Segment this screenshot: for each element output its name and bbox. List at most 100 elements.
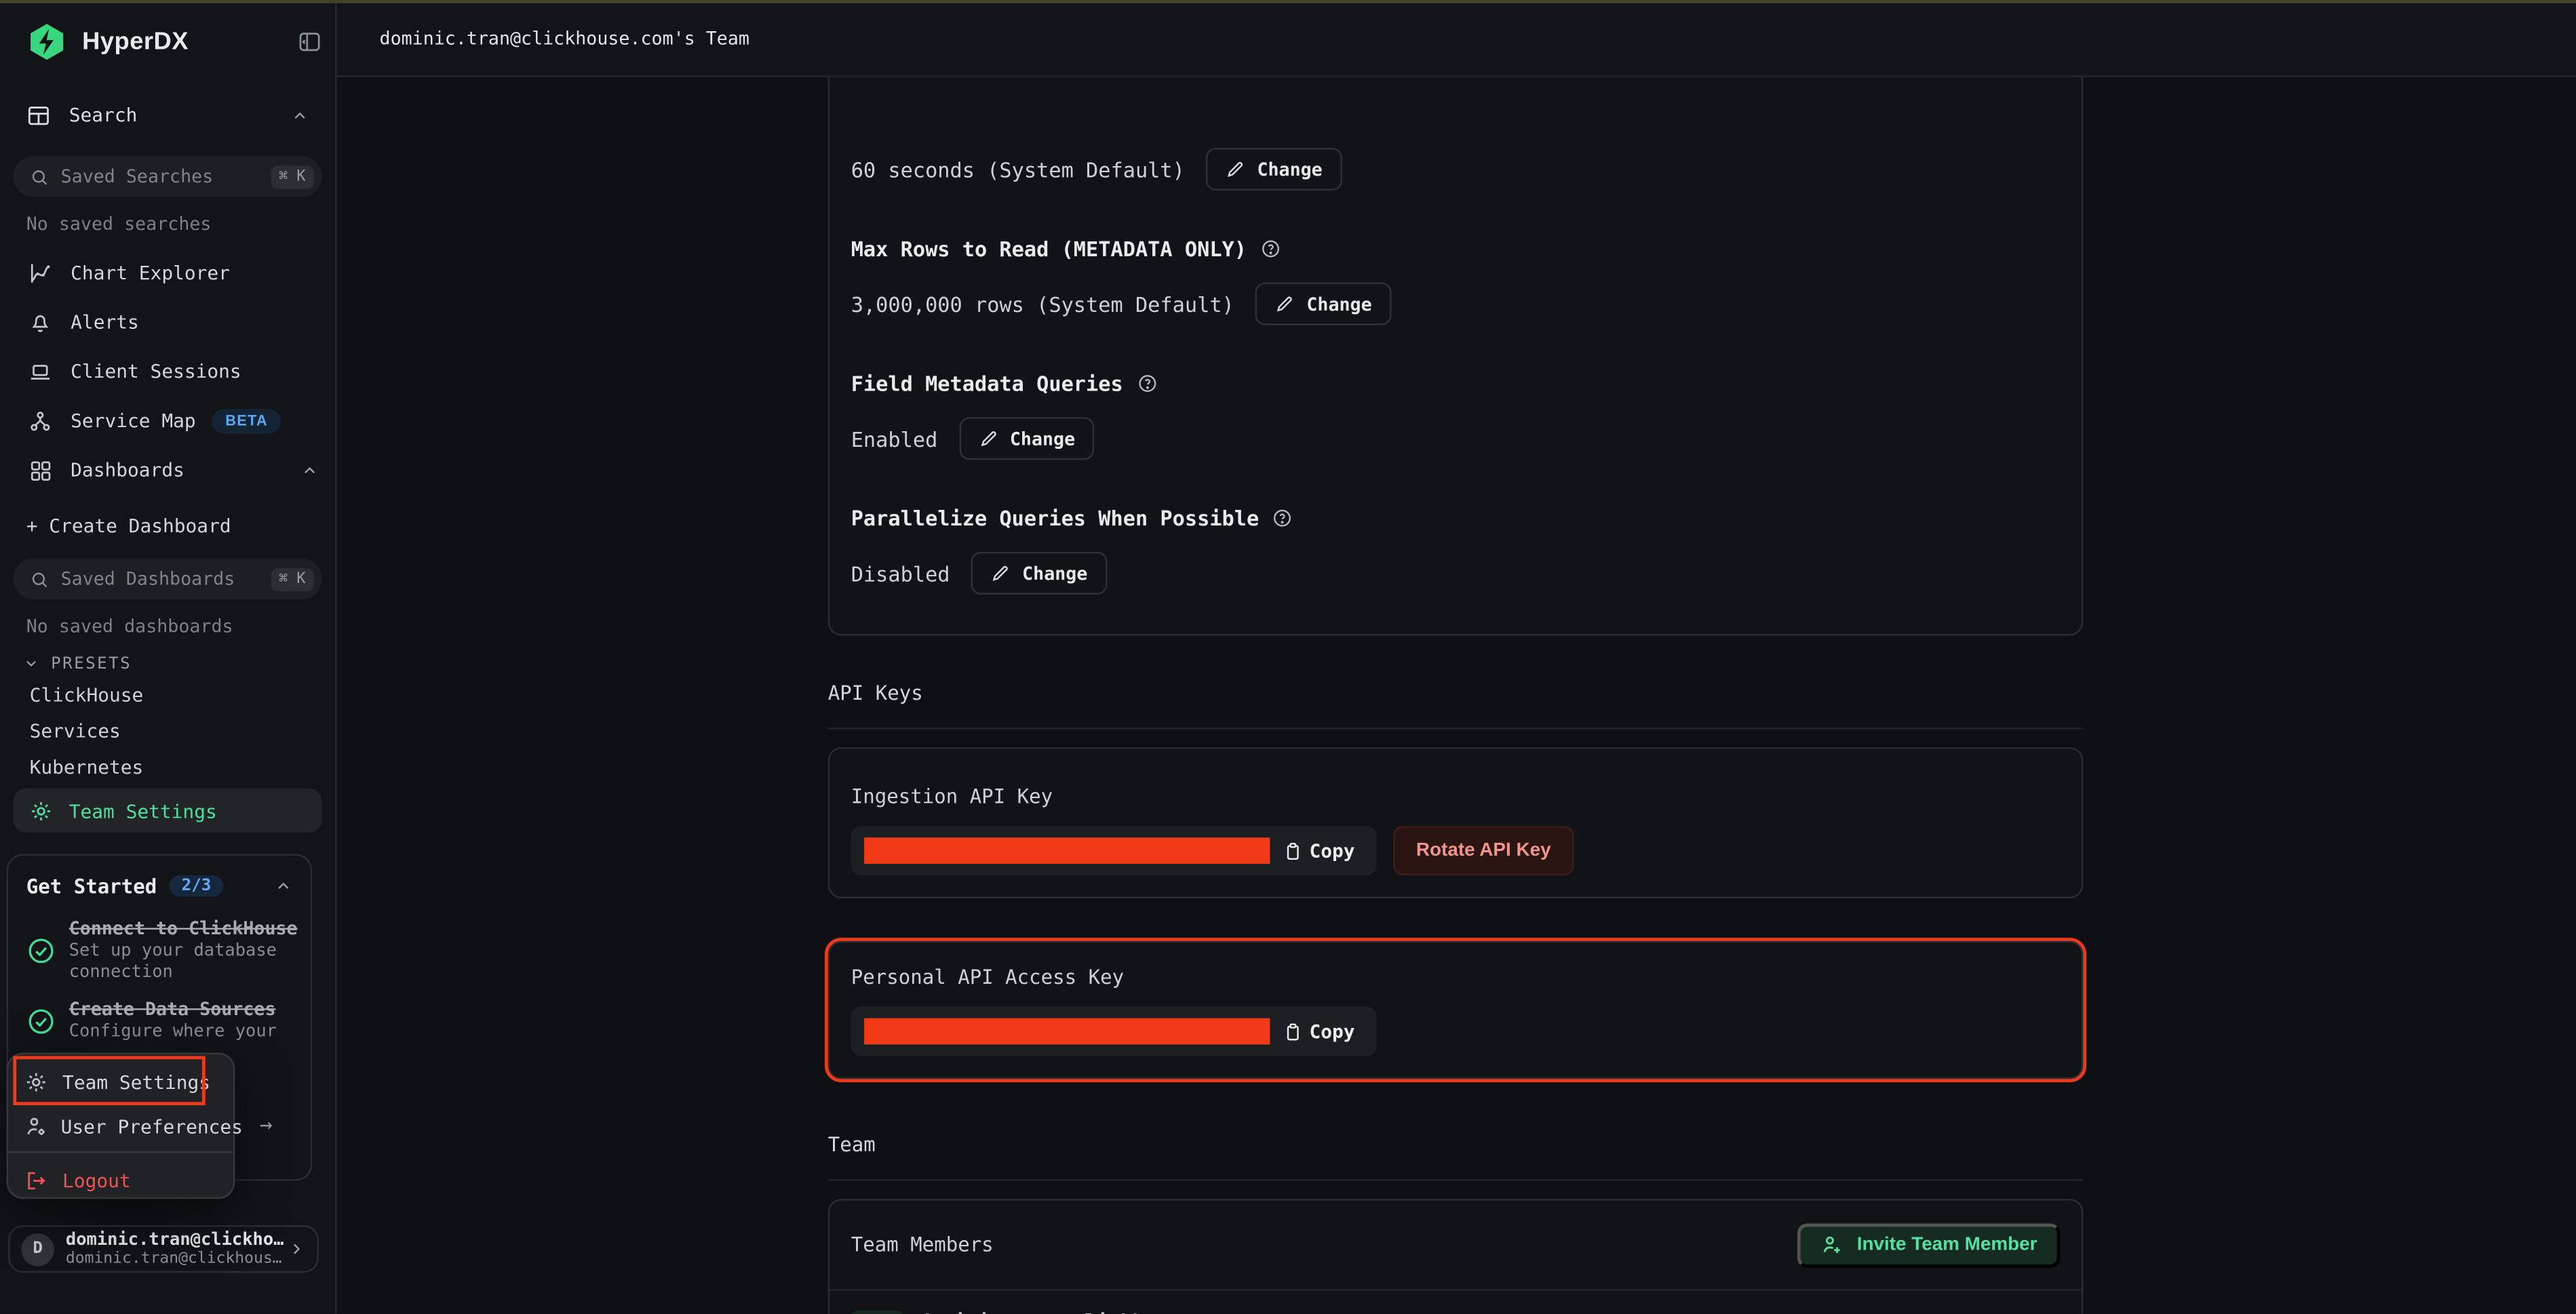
step-title: Connect to ClickHouse (69, 918, 298, 941)
sidebar-section-label: Search (69, 104, 138, 127)
saved-searches-placeholder: Saved Searches (61, 166, 271, 187)
settings-scroll-area[interactable]: 60 seconds (System Default) Change Max R… (337, 77, 2576, 1314)
sidebar-item-service-map[interactable]: Service Map BETA (0, 396, 335, 445)
chevron-up-icon (291, 106, 309, 124)
account-menu-popup: Team Settings User Preferences Logout (7, 1053, 235, 1199)
help-circle-icon[interactable] (1136, 372, 1157, 393)
get-started-step-datasources[interactable]: Create Data Sources Configure where your (26, 999, 292, 1043)
preset-item-clickhouse[interactable]: ClickHouse (0, 677, 335, 713)
change-label: Change (1010, 428, 1075, 449)
saved-dashboards-input[interactable]: Saved Dashboards ⌘ K (13, 559, 321, 600)
no-saved-searches-text: No saved searches (26, 214, 335, 238)
max-rows-heading-row: Max Rows to Read (METADATA ONLY) (851, 235, 2061, 261)
redacted-key-bar (864, 837, 1270, 864)
shortcut-badge: ⌘ K (271, 165, 314, 188)
gear-icon (24, 1070, 47, 1093)
setting-heading: Parallelize Queries When Possible (851, 505, 1260, 530)
step-desc: Configure where your (69, 1022, 277, 1043)
pencil-icon (1226, 159, 1245, 179)
personal-key-label: Personal API Access Key (851, 965, 2061, 990)
menu-item-logout[interactable]: Logout (8, 1158, 233, 1202)
menu-item-user-preferences[interactable]: User Preferences (8, 1104, 233, 1148)
member-name: dominic.tran@clickhouse.com (918, 1311, 1239, 1314)
check-circle-icon (26, 936, 56, 966)
user-email: dominic.tran@clickhous… (66, 1250, 288, 1268)
sidebar-item-chart-explorer[interactable]: Chart Explorer (0, 248, 335, 298)
help-circle-icon[interactable] (1272, 506, 1293, 527)
get-started-step-connect[interactable]: Connect to ClickHouse Set up your databa… (26, 918, 292, 984)
check-circle-icon (26, 1006, 56, 1036)
query-settings-card: 60 seconds (System Default) Change Max R… (828, 77, 2084, 636)
sidebar-collapse-button[interactable] (297, 28, 321, 53)
menu-item-team-settings[interactable]: Team Settings (8, 1059, 233, 1103)
sidebar-collapse-icon (297, 28, 321, 53)
parallelize-value-row: Disabled Change (851, 552, 2061, 595)
app-title: HyperDX (82, 27, 189, 55)
change-button[interactable]: Change (959, 417, 1095, 460)
copy-button[interactable]: Copy (1283, 839, 1355, 862)
setting-heading: Field Metadata Queries (851, 370, 1123, 395)
change-label: Change (1306, 293, 1371, 314)
menu-item-label: User Preferences (61, 1114, 243, 1137)
step-desc: Set up your database (69, 941, 298, 962)
api-keys-section-heading: API Keys (828, 681, 2084, 708)
help-circle-icon[interactable] (1260, 237, 1281, 258)
sidebar-section-search[interactable]: Search (13, 94, 321, 136)
field-metadata-heading-row: Field Metadata Queries (851, 370, 2061, 396)
preset-item-kubernetes[interactable]: Kubernetes (0, 749, 335, 785)
setting-value: 60 seconds (System Default) (851, 157, 1185, 181)
team-members-header: Team Members Invite Team Member (830, 1201, 2082, 1291)
gear-icon (30, 799, 53, 822)
chevron-right-icon (288, 1240, 306, 1258)
shortcut-badge: ⌘ K (271, 568, 314, 591)
max-rows-value-row: 3,000,000 rows (System Default) Change (851, 283, 2061, 325)
create-dashboard-button[interactable]: + Create Dashboard (0, 504, 335, 547)
sidebar-item-dashboards[interactable]: Dashboards (0, 445, 335, 494)
get-started-header[interactable]: Get Started 2/3 (26, 872, 292, 900)
user-name: dominic.tran@clickho… (66, 1230, 288, 1250)
copy-label: Copy (1309, 839, 1354, 862)
user-account-chip[interactable]: D dominic.tran@clickho… dominic.tran@cli… (8, 1225, 319, 1273)
menu-item-label: Team Settings (62, 1070, 210, 1093)
step-desc: connection (69, 962, 298, 983)
progress-badge: 2/3 (170, 875, 223, 896)
change-button[interactable]: Change (1255, 283, 1391, 325)
sidebar-item-client-sessions[interactable]: Client Sessions (0, 346, 335, 396)
logout-icon (24, 1168, 47, 1191)
team-member-row: You dominic.tran@clickhouse.com dominic.… (830, 1291, 2082, 1314)
bell-icon (27, 310, 52, 334)
setting-heading: Max Rows to Read (METADATA ONLY) (851, 236, 1247, 260)
ingestion-key-value-box: Copy (851, 826, 1377, 875)
avatar: D (21, 1233, 54, 1265)
get-started-title: Get Started (26, 875, 157, 898)
top-bar: dominic.tran@clickhouse.com's Team (337, 0, 2576, 77)
copy-button[interactable]: Copy (1283, 1020, 1355, 1043)
change-label: Change (1257, 159, 1322, 180)
change-button[interactable]: Change (1206, 148, 1342, 191)
query-timeout-row: 60 seconds (System Default) Change (851, 148, 2061, 191)
sidebar-item-label: Alerts (71, 311, 139, 334)
personal-key-value-box: Copy (851, 1007, 1377, 1056)
sidebar: HyperDX Search Saved Searches ⌘ K (0, 0, 337, 1314)
copy-label: Copy (1309, 1020, 1354, 1043)
ingestion-api-key-card: Ingestion API Key Copy Rotate API Key (828, 747, 2084, 898)
saved-searches-input[interactable]: Saved Searches ⌘ K (13, 156, 321, 197)
dashboards-icon (27, 458, 52, 482)
redacted-key-bar (864, 1018, 1270, 1045)
rotate-api-key-button[interactable]: Rotate API Key (1393, 826, 1574, 875)
laptop-icon (27, 359, 52, 383)
change-label: Change (1022, 563, 1087, 584)
invite-team-member-button[interactable]: Invite Team Member (1798, 1222, 2061, 1267)
presets-toggle[interactable]: PRESETS (23, 650, 335, 677)
change-button[interactable]: Change (971, 552, 1107, 595)
preset-item-services[interactable]: Services (0, 713, 335, 749)
parallelize-heading-row: Parallelize Queries When Possible (851, 504, 2061, 531)
sidebar-item-alerts[interactable]: Alerts (0, 297, 335, 346)
sidebar-item-team-settings[interactable]: Team Settings (13, 789, 321, 833)
step-title: Create Data Sources (69, 999, 277, 1022)
team-section-heading: Team (828, 1133, 2084, 1159)
get-started-next-arrow[interactable]: → (260, 1113, 273, 1138)
field-metadata-value-row: Enabled Change (851, 417, 2061, 460)
setting-value: Disabled (851, 561, 950, 585)
search-icon (30, 167, 50, 186)
